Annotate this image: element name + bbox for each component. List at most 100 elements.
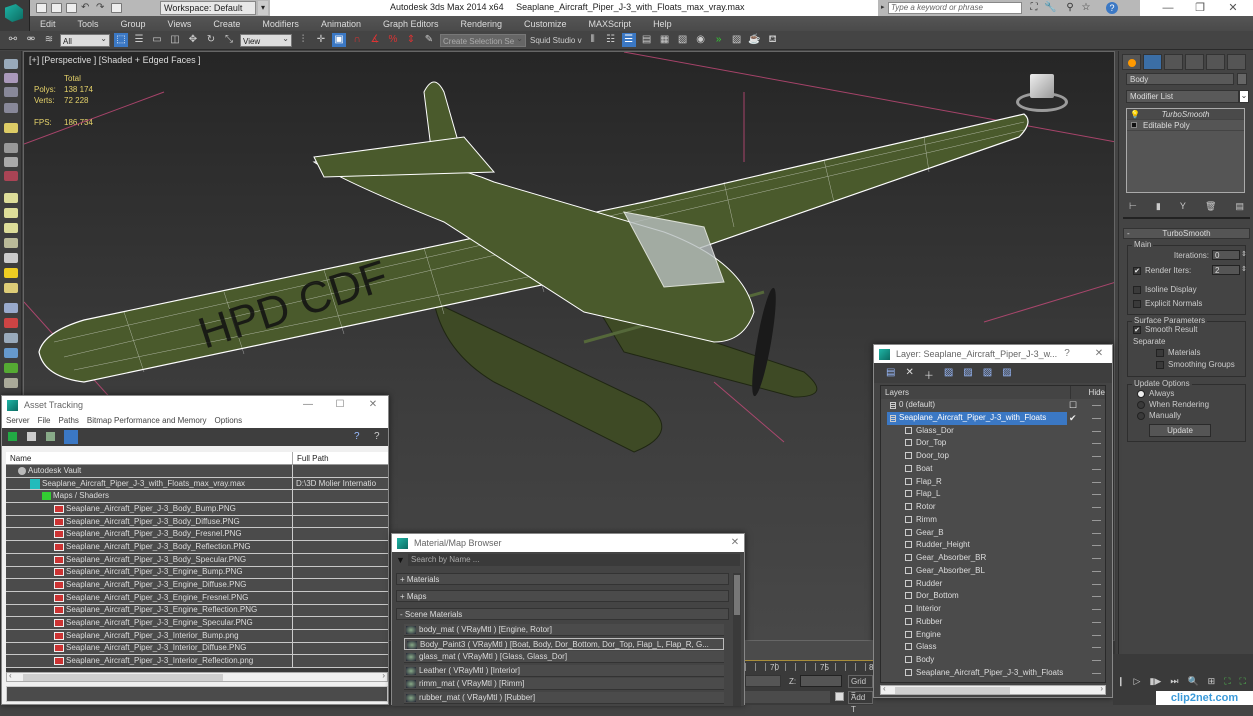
- scene-material-item[interactable]: glass_mat ( VRayMtl ) [Glass, Glass_Dor]: [404, 651, 724, 663]
- asset-row[interactable]: Seaplane_Aircraft_Piper_J-3_Engine_Refle…: [6, 604, 388, 618]
- open-file-icon[interactable]: [51, 3, 62, 13]
- motion-tab-icon[interactable]: [1185, 54, 1204, 70]
- keyword-search-input[interactable]: Type a keyword or phrase: [888, 2, 1022, 14]
- hide-toggle[interactable]: [1092, 507, 1101, 508]
- schematic-view-icon[interactable]: ▧: [676, 33, 690, 47]
- layer-object-row[interactable]: Glass_Dor: [881, 425, 1105, 438]
- play-icon[interactable]: ▷: [1134, 676, 1141, 687]
- scene-material-item[interactable]: body_mat ( VRayMtl ) [Engine, Rotor]: [404, 624, 724, 636]
- expand-arrow-icon[interactable]: ▸: [881, 3, 885, 11]
- hide-toggle[interactable]: [1092, 468, 1101, 470]
- thumbnail-view-icon[interactable]: [46, 432, 55, 441]
- hide-toggle[interactable]: [1092, 430, 1101, 432]
- asset-row[interactable]: Seaplane_Aircraft_Piper_J-3_Body_Specula…: [6, 553, 388, 567]
- maxscript-listener-field[interactable]: [745, 691, 830, 703]
- layer-row[interactable]: 0 (default) ☐: [881, 399, 1105, 412]
- zoom-icon[interactable]: 🔍: [1187, 676, 1198, 687]
- asset-row[interactable]: Seaplane_Aircraft_Piper_J-3_Body_Diffuse…: [6, 515, 388, 529]
- menu-animation[interactable]: Animation: [321, 19, 361, 29]
- tube-primitive-icon[interactable]: [4, 283, 18, 293]
- zoom-extents-all-icon[interactable]: ⛶: [1240, 676, 1246, 687]
- hide-toggle[interactable]: [1092, 545, 1101, 547]
- menu-file[interactable]: File: [38, 414, 51, 428]
- tool-icon[interactable]: [4, 103, 18, 113]
- update-manually-radio[interactable]: Manually: [1137, 411, 1181, 420]
- scene-material-item[interactable]: rubber_mat ( VRayMtl ) [Rubber]: [404, 691, 724, 704]
- layer-object-row[interactable]: Dor_Top: [881, 437, 1105, 450]
- wrench-icon[interactable]: 🔧: [1044, 2, 1056, 14]
- project-folder-icon[interactable]: [111, 3, 122, 13]
- menu-rendering[interactable]: Rendering: [461, 19, 503, 29]
- layer-object-row[interactable]: Boat: [881, 463, 1105, 476]
- hide-toggle[interactable]: [1092, 417, 1101, 419]
- new-file-icon[interactable]: [36, 3, 47, 13]
- material-editor-icon[interactable]: ◉: [694, 33, 708, 47]
- selection-filter-dropdown[interactable]: All: [60, 32, 110, 47]
- settings-help-icon[interactable]: ?: [374, 431, 380, 442]
- smooth-result-checkbox[interactable]: ✔ Smooth Result: [1133, 325, 1197, 334]
- toolbar-label[interactable]: Squid Studio v: [530, 36, 582, 45]
- object-name-field[interactable]: Body: [1126, 73, 1234, 85]
- hide-toggle[interactable]: [1092, 443, 1101, 445]
- create-tab-icon[interactable]: [1122, 54, 1141, 70]
- minimize-button[interactable]: —: [1153, 0, 1183, 16]
- tool-icon[interactable]: [4, 59, 18, 69]
- update-when-rendering-radio[interactable]: When Rendering: [1137, 400, 1209, 409]
- freeze-all-icon[interactable]: ▨: [1002, 367, 1011, 383]
- menu-modifiers[interactable]: Modifiers: [262, 19, 299, 29]
- hide-toggle[interactable]: [1092, 519, 1101, 521]
- layer-object-row[interactable]: Engine: [881, 629, 1105, 642]
- maximize-button[interactable]: ☐: [327, 396, 353, 414]
- lightbulb-icon[interactable]: 💡: [1130, 109, 1140, 120]
- bind-space-warp-icon[interactable]: ≋: [42, 33, 56, 47]
- material-browser-titlebar[interactable]: Material/Map Browser ✕: [392, 534, 744, 552]
- window-crossing-icon[interactable]: ◫: [168, 33, 182, 47]
- add-to-layer-icon[interactable]: ＋: [924, 367, 934, 383]
- minimize-button[interactable]: —: [295, 396, 321, 414]
- curve-editor-icon[interactable]: ▦: [658, 33, 672, 47]
- menu-edit[interactable]: Edit: [40, 19, 56, 29]
- star-icon[interactable]: ☆: [1080, 2, 1092, 14]
- update-button[interactable]: Update: [1149, 424, 1211, 437]
- asset-row[interactable]: Seaplane_Aircraft_Piper_J-3_Interior_Bum…: [6, 629, 388, 643]
- y-coord-field[interactable]: [745, 675, 781, 687]
- asset-row[interactable]: Seaplane_Aircraft_Piper_J-3_with_Floats_…: [6, 477, 388, 491]
- layer-object-row[interactable]: Rudder: [881, 578, 1105, 591]
- help-icon[interactable]: ?: [1106, 2, 1118, 14]
- object-color-swatch[interactable]: [1237, 73, 1247, 85]
- hierarchy-tab-icon[interactable]: [1164, 54, 1183, 70]
- time-tag-icon[interactable]: [835, 692, 844, 701]
- spinner-snap-icon[interactable]: ⇕: [404, 33, 418, 47]
- add-time-tag-button[interactable]: Add T: [848, 691, 873, 714]
- layer-horizontal-scrollbar[interactable]: ‹ ›: [880, 684, 1106, 695]
- scene-material-item[interactable]: Body_Paint3 ( VRayMtl ) [Boat, Body, Dor…: [404, 637, 724, 650]
- menu-help[interactable]: Help: [653, 19, 672, 29]
- mirror-icon[interactable]: ⫴: [586, 33, 600, 47]
- ref-coord-dropdown[interactable]: View: [240, 32, 292, 47]
- close-button[interactable]: ✕: [1218, 0, 1248, 16]
- sphere-primitive-icon[interactable]: [4, 208, 18, 218]
- zoom-extents-icon[interactable]: ⛶: [1224, 676, 1230, 687]
- layer-object-row[interactable]: Rimm: [881, 514, 1105, 527]
- modify-tab-icon[interactable]: [1143, 54, 1162, 70]
- select-object-icon[interactable]: ⬚: [114, 33, 128, 47]
- show-end-result-icon[interactable]: ▮: [1156, 201, 1161, 213]
- chevron-down-icon[interactable]: ⌄: [1239, 90, 1249, 103]
- rect-selection-icon[interactable]: ▭: [150, 33, 164, 47]
- render-setup-icon[interactable]: »: [712, 33, 726, 47]
- close-button[interactable]: ✕: [360, 396, 386, 414]
- rendered-frame-window-icon[interactable]: ▨: [730, 33, 744, 47]
- iterations-spinner[interactable]: 0: [1212, 250, 1240, 260]
- qa-customize-arrow[interactable]: ▾: [258, 1, 268, 15]
- asset-row[interactable]: Seaplane_Aircraft_Piper_J-3_Body_Bump.PN…: [6, 503, 388, 516]
- layer-manager-icon[interactable]: ☰: [621, 33, 636, 47]
- utilities-tab-icon[interactable]: [1227, 54, 1246, 70]
- maximize-button[interactable]: ❐: [1185, 0, 1215, 16]
- menu-paths[interactable]: Paths: [58, 414, 78, 428]
- unlink-icon[interactable]: ⚮: [24, 33, 38, 47]
- pivot-center-icon[interactable]: ⫶: [296, 33, 310, 47]
- layer-object-row[interactable]: Rotor: [881, 501, 1105, 514]
- hide-toggle[interactable]: [1092, 481, 1101, 483]
- layer-object-row[interactable]: Dor_Bottom: [881, 590, 1105, 603]
- percent-snap-icon[interactable]: %: [386, 33, 400, 47]
